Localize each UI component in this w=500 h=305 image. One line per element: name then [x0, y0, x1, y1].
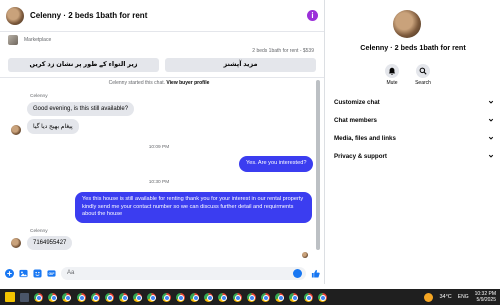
chevron-down-icon [488, 100, 494, 104]
clock-date: 5/9/2025 [476, 297, 496, 303]
clock[interactable]: 10:32 PM 5/9/2025 [475, 291, 496, 303]
chrome-icon[interactable] [218, 292, 228, 302]
chevron-down-icon [488, 136, 494, 140]
marketplace-label: Marketplace [24, 36, 52, 43]
search-action[interactable]: Search [403, 64, 443, 86]
chrome-icon[interactable] [48, 292, 58, 302]
more-options-button[interactable]: مزید آپشنز [165, 58, 316, 72]
chrome-icon[interactable] [246, 292, 256, 302]
chrome-icon[interactable] [161, 292, 171, 302]
chevron-down-icon [488, 118, 494, 122]
chrome-icon[interactable] [33, 292, 43, 302]
chrome-icon[interactable] [62, 292, 72, 302]
marketplace-row: Marketplace [0, 32, 324, 47]
contact-avatar[interactable] [6, 6, 24, 25]
view-buyer-profile-link[interactable]: View buyer profile [166, 80, 209, 86]
contact-avatar-large[interactable] [393, 10, 421, 38]
section-media-files-links[interactable]: Media, files and links [334, 132, 494, 144]
chrome-icon[interactable] [303, 292, 313, 302]
section-chat-members[interactable]: Chat members [334, 114, 494, 126]
chrome-icon[interactable] [119, 292, 129, 302]
scrollbar-thumb[interactable] [316, 80, 320, 250]
image-icon[interactable] [19, 269, 28, 278]
chevron-down-icon [488, 154, 494, 158]
chrome-icon[interactable] [175, 292, 185, 302]
chrome-icon[interactable] [275, 292, 285, 302]
message-input[interactable]: Aa [61, 266, 306, 280]
chrome-icon[interactable] [147, 292, 157, 302]
info-icon[interactable]: i [307, 10, 318, 21]
temperature[interactable]: 34°C [439, 294, 451, 300]
bell-icon[interactable] [385, 64, 399, 78]
message-bubble-incoming[interactable]: 7164955427 [27, 236, 73, 250]
mark-pending-button[interactable]: زیر التواء کے طور پر نشان زد کریں [8, 58, 159, 72]
language-indicator[interactable]: ENG [458, 294, 469, 300]
svg-text:GIF: GIF [49, 272, 56, 276]
message-thread: Celenny started this chat. View buyer pr… [0, 72, 318, 260]
search-icon[interactable] [416, 64, 430, 78]
chrome-icon[interactable] [190, 292, 200, 302]
chat-pane: Celenny · 2 beds 1bath for rent i Market… [0, 0, 325, 284]
section-label: Media, files and links [334, 134, 396, 142]
chrome-icon[interactable] [317, 292, 327, 302]
section-label: Chat members [334, 116, 377, 124]
sender-name: Celenny [30, 229, 48, 234]
message-bubble-incoming[interactable]: Good evening, is this still available? [27, 102, 135, 116]
file-explorer-icon[interactable] [19, 292, 29, 302]
sticker-icon[interactable] [33, 268, 42, 278]
message-bubble-incoming[interactable]: پیغام بھیج دیا گیا [27, 119, 79, 134]
windows-taskbar: 34°C ENG 10:32 PM 5/9/2025 [0, 289, 500, 305]
chrome-icon[interactable] [90, 292, 100, 302]
sender-avatar[interactable] [11, 238, 21, 248]
chrome-icon[interactable] [289, 292, 299, 302]
listing-thumbnail[interactable] [8, 34, 18, 45]
thumbs-up-icon[interactable] [311, 269, 320, 278]
gif-icon[interactable]: GIF [47, 269, 56, 278]
chrome-icon[interactable] [76, 292, 86, 302]
conversation-info-pane: Celenny · 2 beds 1bath for rent Mute Sea… [326, 0, 500, 284]
chat-header: Celenny · 2 beds 1bath for rent i [0, 0, 324, 32]
app-icon[interactable] [4, 292, 15, 302]
section-privacy-support[interactable]: Privacy & support [334, 150, 494, 162]
timestamp: 10:09 PM [148, 145, 170, 150]
section-label: Customize chat [334, 98, 380, 106]
message-bubble-outgoing[interactable]: Yes. Are you interested? [239, 156, 314, 172]
seen-indicator-avatar [302, 252, 308, 258]
listing-summary[interactable]: 2 beds 1bath for rent - $539 [0, 47, 324, 55]
system-tray: 34°C ENG 10:32 PM 5/9/2025 [424, 289, 496, 305]
composer: GIF Aa [0, 262, 325, 284]
chrome-icon[interactable] [232, 292, 242, 302]
emoji-icon[interactable] [293, 268, 302, 278]
listing-actions: زیر التواء کے طور پر نشان زد کریں مزید آ… [0, 55, 324, 72]
weather-icon[interactable] [424, 292, 434, 302]
message-bubble-outgoing[interactable]: Yes this house is still available for re… [75, 192, 312, 223]
chrome-icon[interactable] [204, 292, 214, 302]
system-note-text: Celenny started this chat. [108, 80, 166, 86]
sender-name: Celenny [30, 94, 48, 99]
timestamp: 10:30 PM [148, 180, 170, 185]
search-label: Search [415, 80, 431, 86]
system-note: Celenny started this chat. View buyer pr… [0, 80, 318, 86]
chat-title[interactable]: Celenny · 2 beds 1bath for rent [30, 11, 307, 20]
chrome-icon[interactable] [133, 292, 143, 302]
conversation-title: Celenny · 2 beds 1bath for rent [360, 43, 466, 52]
chrome-icon[interactable] [104, 292, 114, 302]
section-customize-chat[interactable]: Customize chat [334, 96, 494, 108]
section-label: Privacy & support [334, 152, 387, 160]
plus-icon[interactable] [5, 268, 14, 278]
chrome-icon[interactable] [260, 292, 270, 302]
sender-avatar[interactable] [11, 125, 21, 135]
